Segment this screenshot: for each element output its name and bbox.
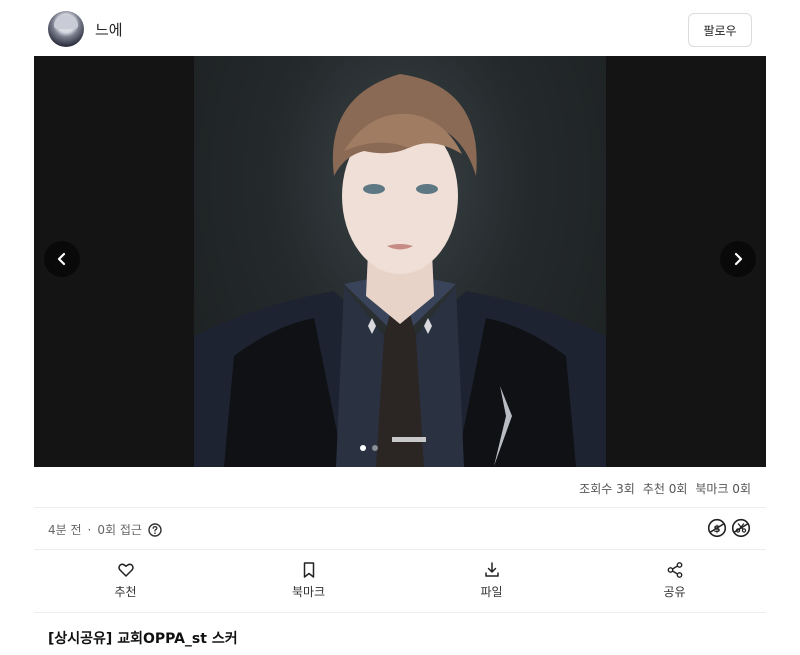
like-button[interactable]: 추천	[34, 556, 217, 608]
post-title: [상시공유] 교회OPPA_st 스커	[48, 631, 238, 647]
bookmark-label: 북마크	[291, 585, 326, 599]
file-download-button[interactable]: 파일	[400, 556, 583, 608]
slide-dot[interactable]	[372, 445, 378, 451]
share-icon	[666, 561, 684, 579]
meta-separator: ·	[87, 522, 92, 537]
file-label: 파일	[480, 585, 503, 599]
chevron-left-icon	[57, 252, 66, 266]
divider	[34, 549, 766, 550]
heart-icon	[117, 561, 135, 579]
bookmark-button[interactable]: 북마크	[217, 556, 400, 608]
post-image	[194, 56, 606, 467]
view-count: 조회수 3회	[579, 482, 635, 496]
no-modify-icon[interactable]	[731, 518, 751, 538]
bookmark-icon	[300, 561, 318, 579]
slide-dot[interactable]	[360, 445, 366, 451]
chevron-right-icon	[734, 252, 743, 266]
share-button[interactable]: 공유	[583, 556, 766, 608]
like-count: 추천 0회	[642, 482, 688, 496]
slide-indicators	[360, 445, 378, 451]
bookmark-count: 북마크 0회	[695, 482, 751, 496]
action-bar: 추천 북마크 파일 공유	[34, 556, 766, 608]
like-label: 추천	[114, 585, 137, 599]
divider	[34, 507, 766, 508]
follow-button[interactable]: 팔로우	[688, 13, 752, 47]
help-icon[interactable]	[148, 522, 162, 537]
share-label: 공유	[663, 585, 686, 599]
post-header: 느에 팔로우	[0, 0, 800, 56]
no-commercial-icon[interactable]: $	[707, 518, 727, 538]
download-icon	[483, 561, 501, 579]
next-slide-button[interactable]	[720, 241, 756, 277]
previous-slide-button[interactable]	[44, 241, 80, 277]
access-count: 0회 접근	[97, 523, 142, 537]
post-stats: 조회수 3회 추천 0회 북마크 0회	[579, 480, 751, 497]
post-time: 4분 전	[48, 523, 82, 537]
author-name[interactable]: 느에	[95, 19, 123, 40]
license-icons: $	[707, 518, 751, 538]
avatar[interactable]	[48, 11, 84, 47]
divider	[34, 612, 766, 613]
post-meta: 4분 전 · 0회 접근	[48, 521, 162, 538]
character-illustration	[194, 74, 606, 467]
image-carousel	[34, 56, 766, 467]
